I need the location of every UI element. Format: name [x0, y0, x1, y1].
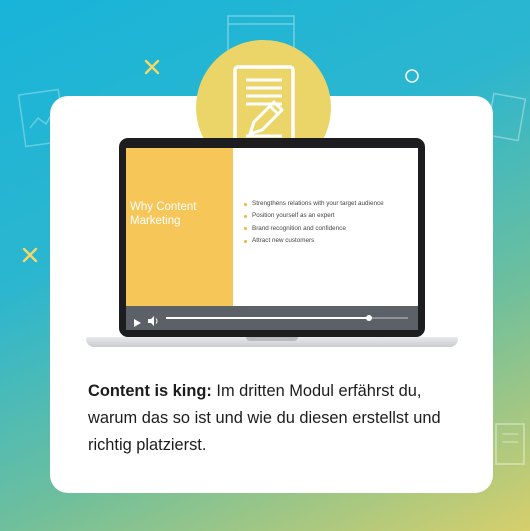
- slide-title: Why Content Marketing: [130, 201, 197, 227]
- document-edit-icon: [233, 65, 295, 147]
- laptop-notch: [246, 337, 298, 341]
- caption-bold: Content is king:: [88, 382, 212, 400]
- video-screen[interactable]: Why Content Marketing Strengthens relati…: [126, 148, 418, 330]
- slide-bullet: Position yourself as an expert: [243, 210, 384, 222]
- slide-bullet: Brand recognition and confidence: [243, 223, 384, 235]
- laptop-lid: Why Content Marketing Strengthens relati…: [119, 138, 425, 337]
- volume-icon[interactable]: [148, 313, 159, 330]
- progress-handle[interactable]: [366, 315, 373, 321]
- progress-bar[interactable]: [166, 315, 408, 321]
- cross-decoration-icon: [21, 246, 39, 264]
- sticky-sketch-icon: [492, 420, 528, 470]
- slide-bullet: Attract new customers: [243, 235, 384, 247]
- circle-decoration-icon: [404, 68, 420, 84]
- laptop-video: Why Content Marketing Strengthens relati…: [86, 138, 458, 354]
- progress-fill: [166, 317, 370, 319]
- slide-bullet-list: Strengthens relations with your target a…: [243, 198, 384, 248]
- slide-bullet: Strengthens relations with your target a…: [243, 198, 384, 210]
- module-caption: Content is king: Im dritten Modul erfähr…: [88, 378, 468, 459]
- slide-title-panel: Why Content Marketing: [126, 148, 233, 306]
- cross-decoration-icon: [143, 58, 161, 76]
- video-controls: [126, 306, 418, 330]
- play-icon[interactable]: [134, 314, 141, 330]
